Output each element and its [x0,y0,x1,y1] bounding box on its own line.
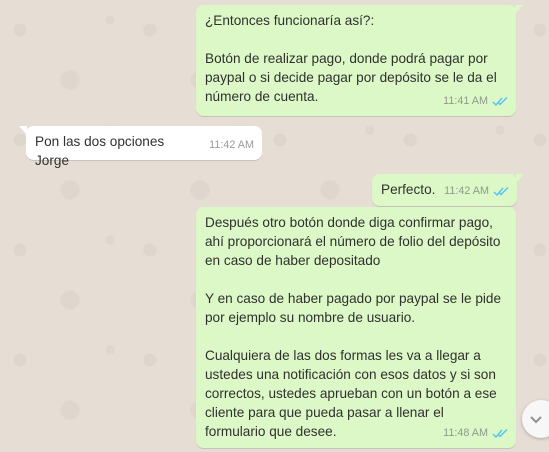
chat-panel: ¿Entonces funcionaría así?: Botón de rea… [0,0,549,452]
chevron-down-icon [530,416,542,424]
message-outgoing[interactable]: Perfecto. 11:42 AM [372,174,524,206]
message-text: Pon las dos opciones Jorge [35,134,169,168]
message-time: 11:41 AM [443,95,488,107]
double-check-icon [492,97,508,107]
message-outgoing[interactable]: Después otro botón donde diga confirmar … [196,207,516,448]
message-text: Perfecto. [381,182,436,197]
message-outgoing[interactable]: ¿Entonces funcionaría así?: Botón de rea… [196,5,523,116]
message-incoming[interactable]: Pon las dos opciones Jorge 11:42 AM [19,126,262,168]
message-text: Después otro botón donde diga confirmar … [205,215,502,439]
message-time: 11:48 AM [443,427,488,439]
double-check-icon [492,429,508,439]
message-meta: 11:41 AM [443,92,508,111]
scroll-down-button[interactable] [522,400,549,438]
message-time: 11:42 AM [209,139,254,151]
message-meta: 11:42 AM [444,182,509,201]
message-meta: 11:42 AM [209,136,254,155]
message-time: 11:42 AM [444,185,489,197]
double-check-icon [493,187,509,197]
message-meta: 11:48 AM [443,424,508,443]
